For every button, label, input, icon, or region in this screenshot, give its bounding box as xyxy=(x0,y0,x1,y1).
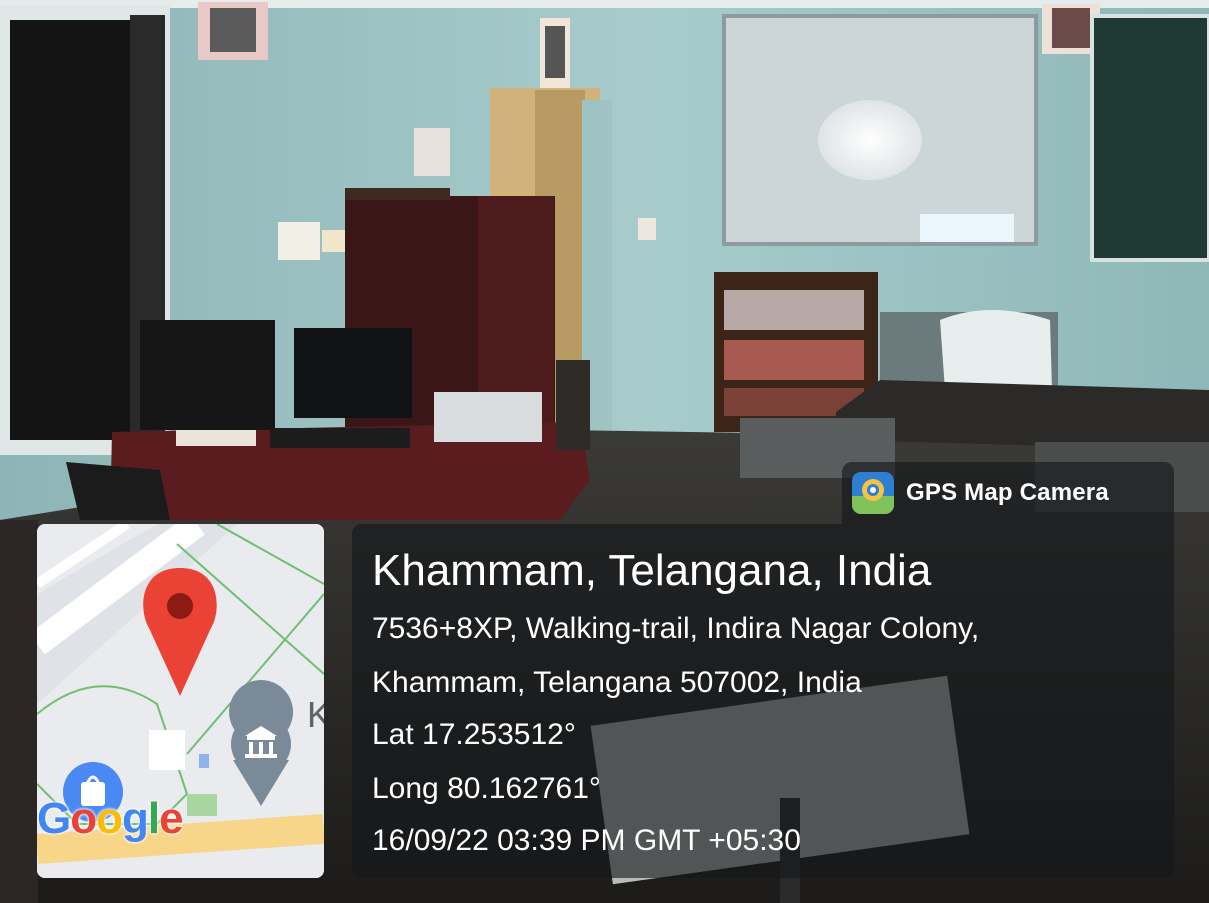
app-name: GPS Map Camera xyxy=(906,479,1109,506)
google-logo: Google xyxy=(37,794,184,843)
timestamp: 16/09/22 03:39 PM GMT +05:30 xyxy=(372,824,801,857)
latitude: Lat 17.253512° xyxy=(372,718,576,751)
blackboard xyxy=(1090,14,1209,262)
location-title: Khammam, Telangana, India xyxy=(372,546,932,595)
gps-map-camera-icon xyxy=(852,472,894,514)
longitude: Long 80.162761° xyxy=(372,772,601,805)
cpu-cabinet xyxy=(140,320,275,430)
window-glass xyxy=(10,20,140,440)
map-thumbnail: K Google xyxy=(37,524,324,878)
keyboard xyxy=(270,428,410,448)
plastic-chair xyxy=(940,310,1052,390)
projected-image xyxy=(818,100,922,180)
map-place-label: K xyxy=(307,694,324,735)
monitor xyxy=(294,328,412,418)
app-badge: GPS Map Camera xyxy=(842,462,1174,524)
location-info-card: Khammam, Telangana, India 7536+8XP, Walk… xyxy=(352,524,1174,878)
photo: GPS Map Camera Khammam, Telangana, India… xyxy=(0,0,1209,903)
address-line-1: 7536+8XP, Walking-trail, Indira Nagar Co… xyxy=(372,612,980,645)
projector xyxy=(434,392,542,442)
address-line-2: Khammam, Telangana 507002, India xyxy=(372,666,862,699)
